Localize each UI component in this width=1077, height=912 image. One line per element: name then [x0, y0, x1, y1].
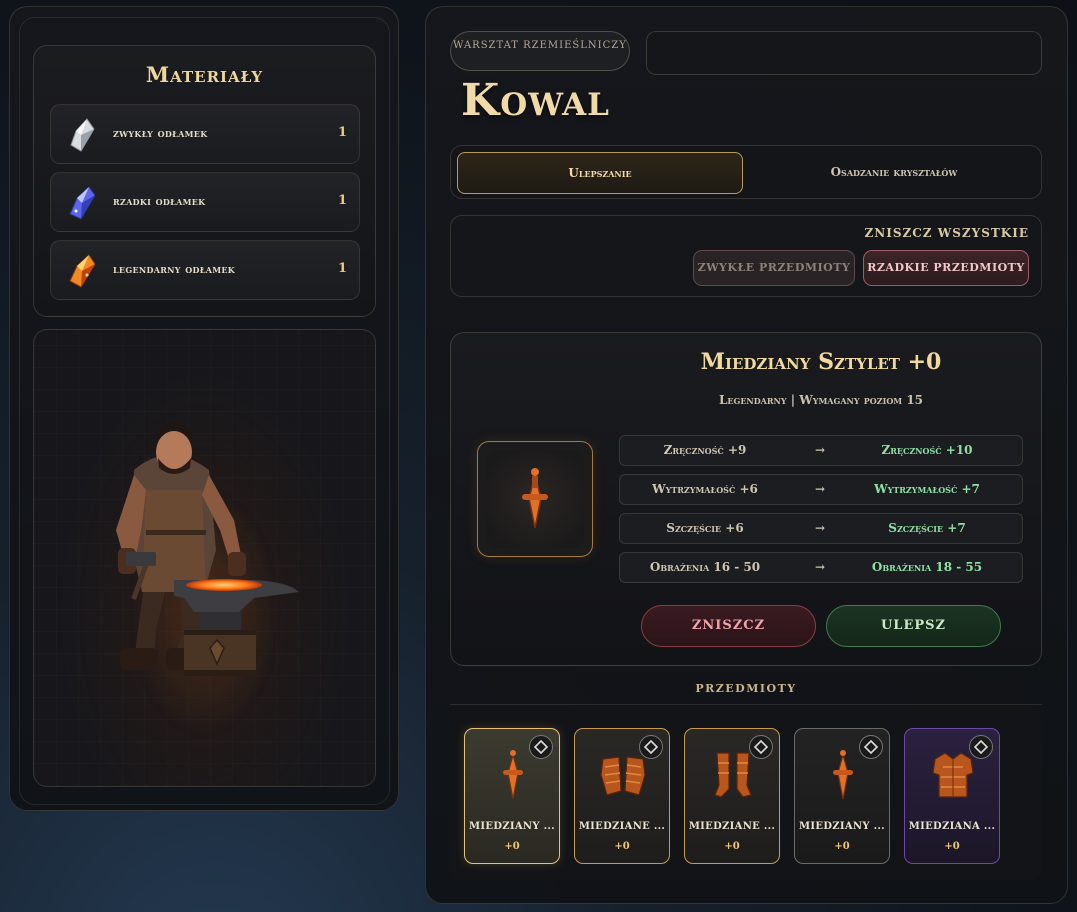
page-title: Kowal	[461, 75, 610, 126]
inventory-item-name: MIEDZIANE ...	[688, 821, 776, 832]
arrow-right-icon: →	[814, 560, 826, 574]
common-shard-icon	[70, 118, 95, 152]
destroy-common-items-button[interactable]: ZWYKŁE PRZEDMIOTY	[693, 250, 855, 286]
material-row-legendary[interactable]: legendarny odłamek 1	[50, 240, 360, 300]
inventory-grid: MIEDZIANY ... +0 MIEDZIANE ... +0 MIEDZI…	[450, 707, 1042, 880]
inventory-label: PRZEDMIOTY	[695, 682, 797, 695]
rare-shard-icon	[69, 186, 96, 220]
item-slot[interactable]	[477, 441, 593, 557]
material-count: 1	[337, 125, 347, 140]
arrow-right-icon: →	[814, 482, 826, 496]
stat-upgraded: Szczęście +7	[888, 521, 966, 535]
rune-slot-icon	[749, 735, 773, 759]
rune-slot-icon	[529, 735, 553, 759]
rune-slot-icon	[969, 735, 993, 759]
stat-row: Obrażenia 16 - 50 → Obrażenia 18 - 55	[619, 552, 1023, 583]
item-detail-panel: Miedziany Sztylet +0 Legendarny | Wymaga…	[450, 332, 1042, 666]
inventory-item-level: +0	[724, 841, 740, 852]
stat-current: Zręczność +9	[663, 443, 747, 457]
arrow-right-icon: →	[814, 521, 826, 535]
inventory-item-name: MIEDZIANY ...	[469, 821, 555, 832]
inventory-item[interactable]: MIEDZIANE ... +0	[574, 728, 670, 864]
material-label: zwykły odłamek	[113, 126, 208, 140]
stat-current: Obrażenia 16 - 50	[649, 560, 761, 574]
material-row-common[interactable]: zwykły odłamek 1	[50, 104, 360, 164]
blacksmith-portrait	[33, 329, 376, 787]
destroy-rare-items-button[interactable]: RZADKIE PRZEDMIOTY	[863, 250, 1029, 286]
inventory-item[interactable]: MIEDZIANY ... +0	[794, 728, 890, 864]
search-input[interactable]	[646, 31, 1042, 75]
inventory-item-name: MIEDZIANA ...	[908, 821, 996, 832]
stat-row: Szczęście +6 → Szczęście +7	[619, 513, 1023, 544]
left-panel: Materiały zwykły odłamek 1 rzadki odłame…	[9, 6, 399, 811]
inventory-item-level: +0	[504, 841, 520, 852]
rune-slot-icon	[639, 735, 663, 759]
inventory-item[interactable]: MIEDZIANE ... +0	[684, 728, 780, 864]
material-count: 1	[337, 261, 347, 276]
inventory-item-level: +0	[834, 841, 850, 852]
blacksmith-illustration	[116, 422, 299, 676]
inventory-item[interactable]: MIEDZIANY ... +0	[464, 728, 560, 864]
stat-current: Szczęście +6	[666, 521, 744, 535]
stat-row: Zręczność +9 → Zręczność +10	[619, 435, 1023, 466]
stat-upgraded: Wytrzymałość +7	[874, 482, 980, 496]
legendary-shard-icon	[69, 254, 96, 288]
tab-crystal-socketing[interactable]: Osadzanie kryształów	[751, 152, 1037, 194]
material-count: 1	[337, 193, 347, 208]
copper-dagger-icon	[522, 468, 548, 529]
item-name: Miedziany Sztylet +0	[700, 349, 942, 375]
stat-upgraded: Zręczność +10	[881, 443, 973, 457]
arrow-right-icon: →	[814, 443, 826, 457]
right-panel: WARSZTAT RZEMIEŚLNICZY Kowal Ulepszanie …	[425, 6, 1068, 904]
material-label: rzadki odłamek	[113, 194, 206, 208]
tab-upgrade[interactable]: Ulepszanie	[457, 152, 743, 194]
material-row-rare[interactable]: rzadki odłamek 1	[50, 172, 360, 232]
stat-upgraded: Obrażenia 18 - 55	[871, 560, 983, 574]
destroy-all-label: ZNISZCZ WSZYSTKIE	[864, 226, 1029, 240]
materials-title: Materiały	[145, 62, 264, 87]
item-meta: Legendarny | Wymagany poziom 15	[718, 393, 924, 407]
upgrade-button[interactable]: ULEPSZ	[826, 605, 1001, 647]
destroy-button[interactable]: ZNISZCZ	[641, 605, 816, 647]
material-label: legendarny odłamek	[113, 262, 236, 276]
rune-slot-icon	[859, 735, 883, 759]
tab-bar: Ulepszanie Osadzanie kryształów	[450, 145, 1042, 199]
inventory-item-level: +0	[614, 841, 630, 852]
stat-row: Wytrzymałość +6 → Wytrzymałość +7	[619, 474, 1023, 505]
inventory-item-name: MIEDZIANE ...	[578, 821, 666, 832]
inventory-item[interactable]: MIEDZIANA ... +0	[904, 728, 1000, 864]
destroy-all-panel: ZNISZCZ WSZYSTKIE ZWYKŁE PRZEDMIOTY RZAD…	[450, 215, 1042, 297]
workshop-badge: WARSZTAT RZEMIEŚLNICZY	[450, 31, 630, 71]
item-slot-inner	[486, 450, 584, 548]
materials-panel: Materiały zwykły odłamek 1 rzadki odłame…	[33, 45, 376, 317]
divider	[450, 704, 1042, 705]
inventory-item-name: MIEDZIANY ...	[799, 821, 885, 832]
inventory-item-level: +0	[944, 841, 960, 852]
stat-current: Wytrzymałość +6	[652, 482, 758, 496]
